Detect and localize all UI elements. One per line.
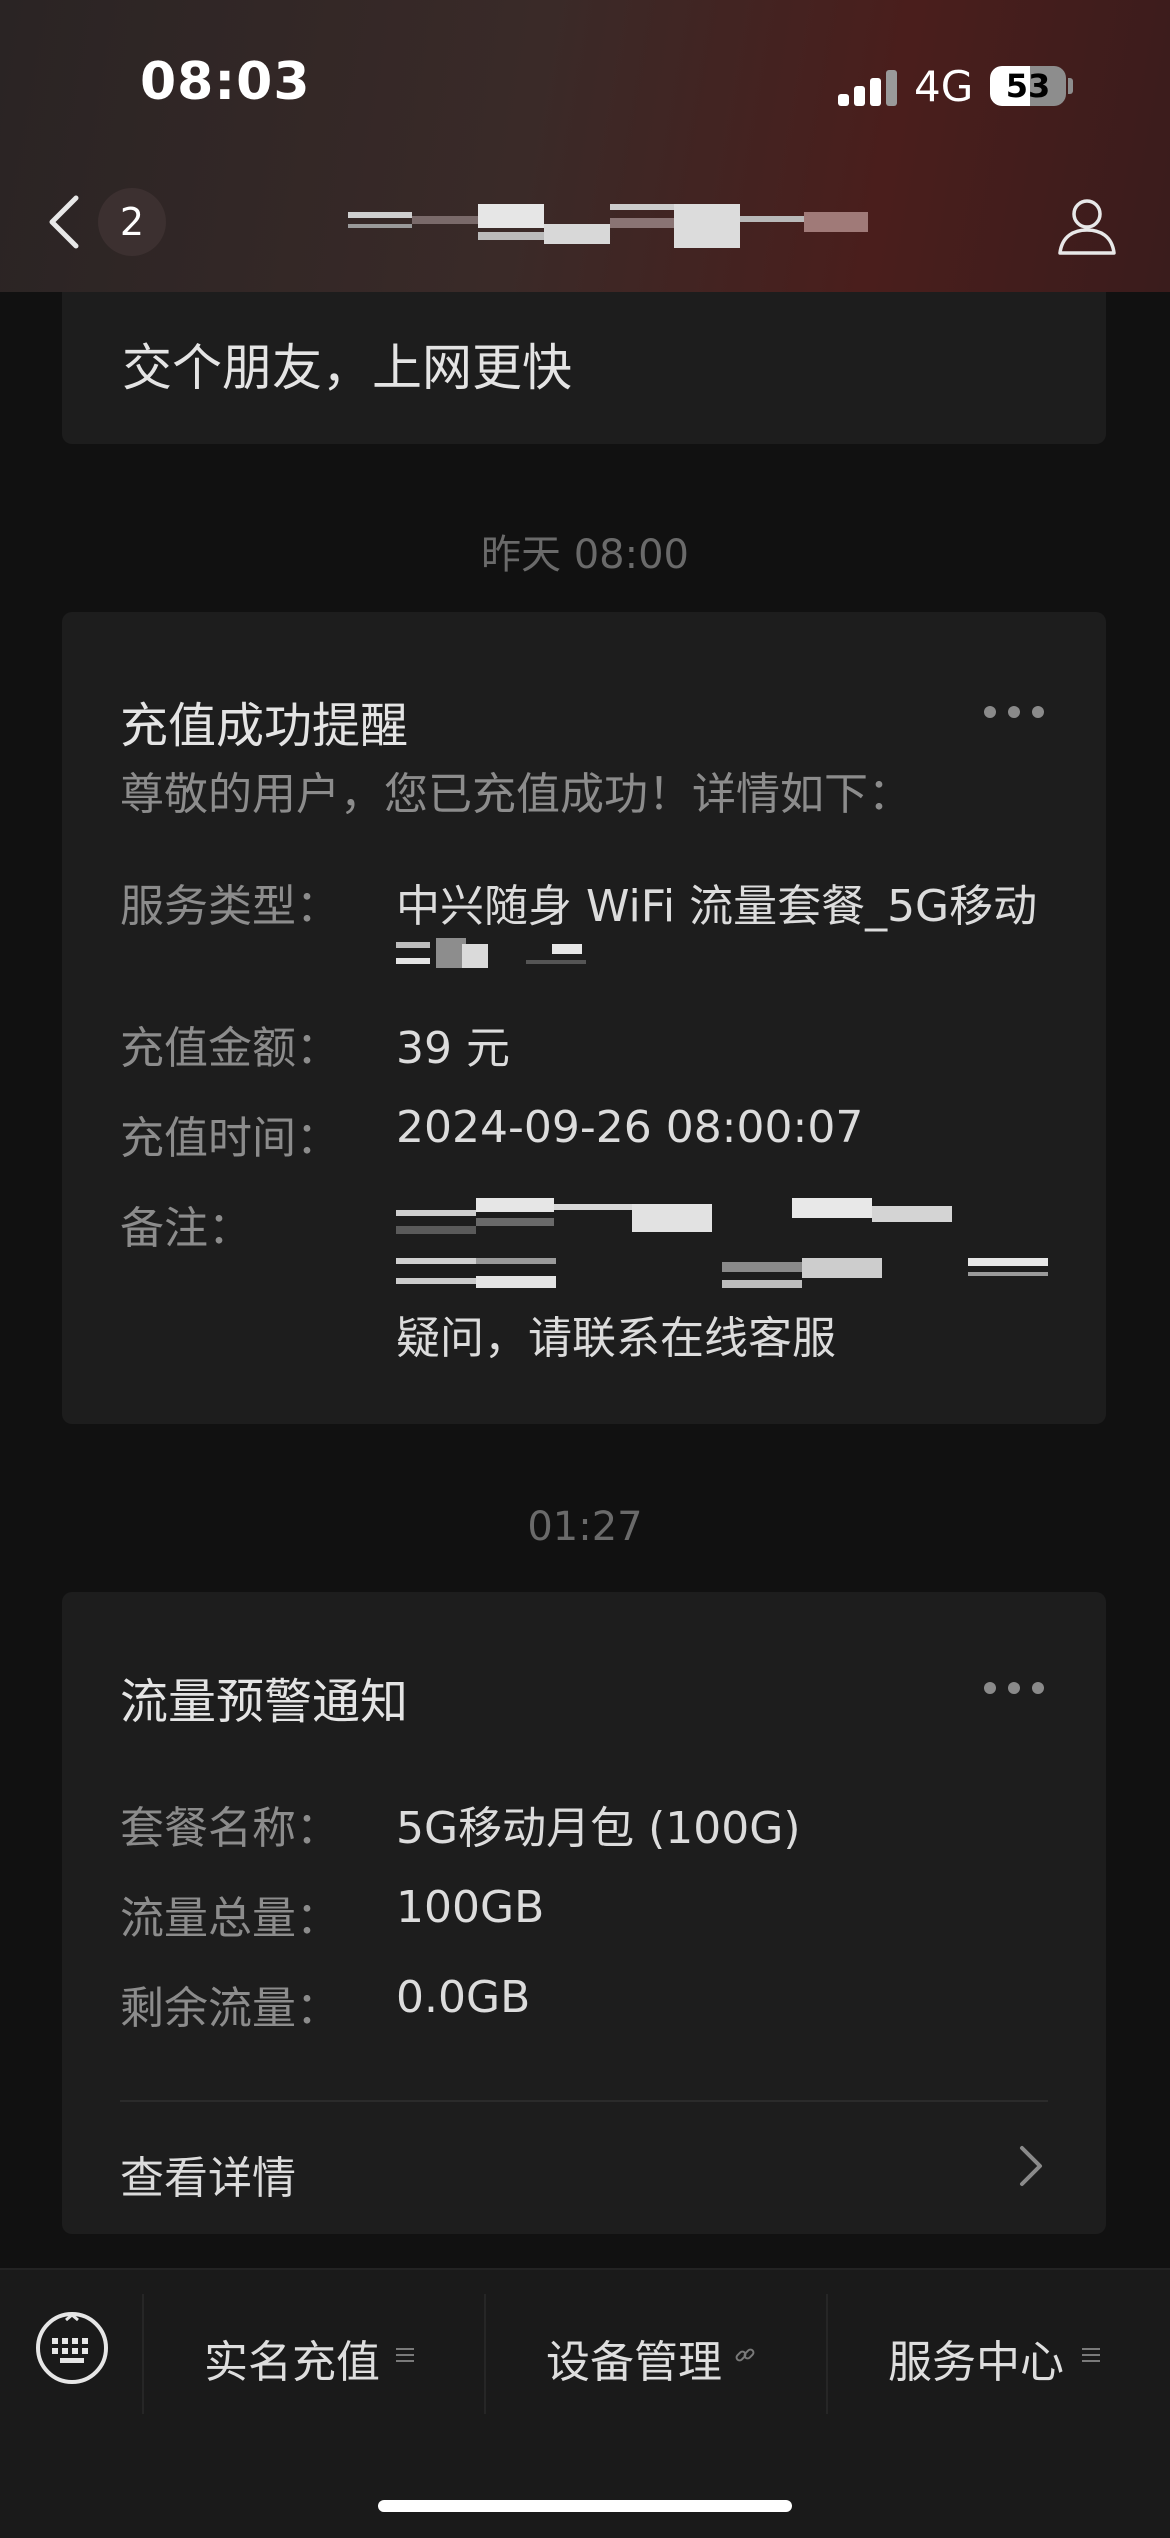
total-label: 流量总量： — [120, 1893, 340, 1944]
unread-badge[interactable]: 2 — [98, 188, 166, 256]
menu-item-device-management[interactable]: 设备管理 — [486, 2270, 826, 2440]
network-type: 4G — [914, 62, 974, 111]
card-title: 流量预警通知 — [120, 1674, 409, 1730]
greeting-text: 尊敬的用户，您已充值成功！详情如下： — [120, 769, 912, 820]
card-title: 充值成功提醒 — [120, 698, 409, 754]
more-dots-icon[interactable] — [984, 706, 1044, 722]
view-details-link[interactable]: 查看详情 — [120, 2142, 296, 2206]
message-card-recharge[interactable]: 充值成功提醒 尊敬的用户，您已充值成功！详情如下： 服务类型： 中兴随身 WiF… — [62, 612, 1106, 1424]
chat-title-redacted — [348, 204, 868, 248]
note-label: 备注： — [120, 1203, 252, 1254]
battery-level: 53 — [1005, 67, 1051, 105]
menu-lines-icon — [1082, 2348, 1100, 2362]
remain-label: 剩余流量： — [120, 1983, 340, 2034]
message-card-traffic[interactable]: 流量预警通知 套餐名称： 5G移动月包 (100G) 流量总量： 100GB 剩… — [62, 1592, 1106, 2234]
service-value: 中兴随身 WiFi 流量套餐_5G移动 — [396, 881, 1038, 932]
menu-item-label: 实名充值 — [204, 2337, 380, 2388]
menu-item-label: 服务中心 — [888, 2337, 1064, 2388]
chevron-right-icon — [1020, 2146, 1042, 2186]
menu-item-realname-recharge[interactable]: 实名充值 — [144, 2270, 484, 2440]
timestamp: 昨天 08:00 — [481, 532, 689, 578]
chevron-left-icon — [49, 195, 79, 249]
home-indicator[interactable] — [378, 2500, 792, 2512]
service-label: 服务类型： — [120, 881, 340, 932]
link-icon — [735, 2348, 755, 2362]
status-time: 08:03 — [140, 52, 311, 112]
person-icon[interactable] — [1056, 196, 1118, 256]
timestamp: 01:27 — [527, 1504, 643, 1550]
back-button[interactable] — [44, 192, 84, 252]
menu-item-service-center[interactable]: 服务中心 — [828, 2270, 1170, 2440]
more-dots-icon[interactable] — [984, 1682, 1044, 1698]
plan-value: 5G移动月包 (100G) — [396, 1803, 801, 1854]
time-value: 2024-09-26 08:00:07 — [396, 1102, 864, 1153]
total-value: 100GB — [396, 1882, 545, 1933]
amount-label: 充值金额： — [120, 1023, 340, 1074]
menu-item-label: 设备管理 — [546, 2337, 722, 2388]
header: 08:03 4G 53 2 — [0, 0, 1170, 292]
remain-value: 0.0GB — [396, 1972, 531, 2023]
intro-text: 交个朋友，上网更快 — [122, 339, 572, 397]
battery-tip — [1068, 78, 1073, 94]
time-label: 充值时间： — [120, 1113, 340, 1164]
keyboard-icon[interactable] — [34, 2310, 110, 2386]
note-redacted — [396, 1198, 1056, 1294]
message-card-intro: 交个朋友，上网更快 — [62, 292, 1106, 444]
plan-label: 套餐名称： — [120, 1803, 340, 1854]
signal-icon — [838, 66, 898, 106]
bottom-menu-bar: 实名充值 设备管理 服务中心 — [0, 2268, 1170, 2538]
amount-value: 39 元 — [396, 1023, 510, 1074]
service-value-redacted — [396, 938, 636, 974]
menu-lines-icon — [396, 2348, 414, 2362]
divider — [120, 2100, 1048, 2102]
battery-icon: 53 — [990, 66, 1066, 106]
note-tail: 疑问，请联系在线客服 — [396, 1313, 836, 1364]
